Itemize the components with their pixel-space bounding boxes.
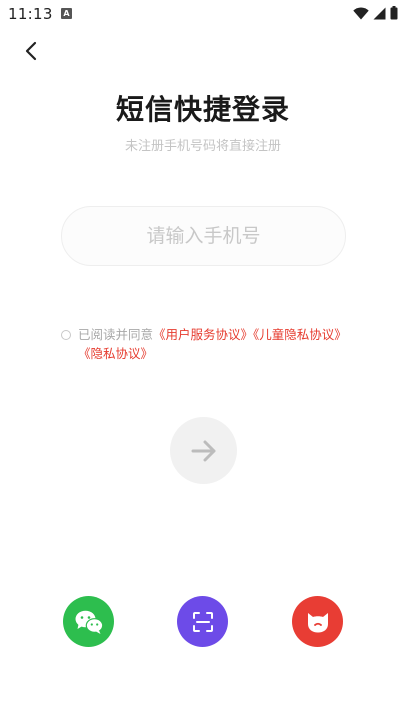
page-title: 短信快捷登录	[115, 93, 290, 126]
wifi-icon	[353, 6, 369, 19]
child-privacy-agreement-link[interactable]: 《儿童隐私协议》	[253, 327, 347, 342]
signal-icon	[373, 7, 386, 19]
wechat-login-button[interactable]	[63, 596, 114, 647]
phone-input-container	[61, 206, 346, 266]
arrow-right-icon	[191, 440, 215, 461]
page-subtitle: 未注册手机号码将直接注册	[124, 139, 281, 154]
submit-button[interactable]	[170, 417, 237, 484]
cat-face-icon	[307, 612, 328, 632]
scan-icon	[192, 611, 213, 632]
other-login-button[interactable]	[292, 596, 343, 647]
back-button[interactable]	[16, 36, 46, 66]
back-arrow-icon	[25, 41, 37, 61]
agreement-text: 已阅读并同意《用户服务协议》《儿童隐私协议》《隐私协议》	[61, 325, 351, 363]
user-service-agreement-link[interactable]: 《用户服务协议》	[153, 327, 253, 342]
notification-a-icon: A	[61, 8, 72, 19]
phone-input[interactable]	[62, 207, 345, 265]
agreement-checkbox[interactable]	[61, 330, 71, 340]
battery-icon	[390, 6, 398, 20]
status-bar: 11:13 A	[0, 0, 406, 28]
status-time: 11:13	[8, 5, 53, 23]
scan-login-button[interactable]	[177, 596, 228, 647]
bottom-divider	[0, 719, 406, 723]
wechat-icon	[75, 610, 103, 634]
agreement-prefix: 已阅读并同意	[78, 327, 154, 342]
agreement: 已阅读并同意《用户服务协议》《儿童隐私协议》《隐私协议》	[61, 325, 351, 363]
status-right-icons	[353, 6, 398, 20]
privacy-agreement-link[interactable]: 《隐私协议》	[78, 346, 153, 361]
